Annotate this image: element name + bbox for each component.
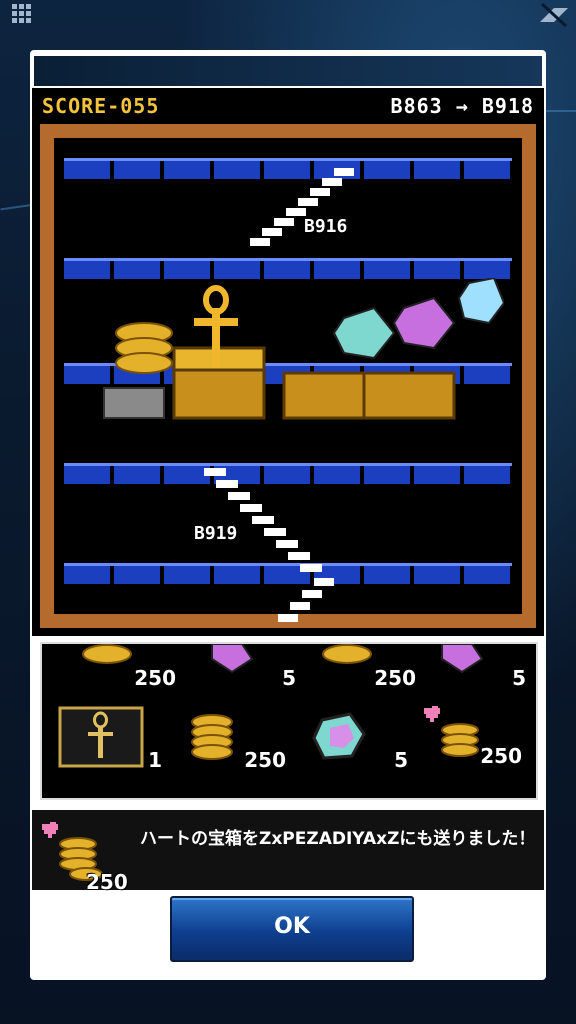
staircase — [278, 578, 334, 622]
menu-grid-icon[interactable] — [0, 0, 44, 30]
gem-icon — [211, 644, 254, 674]
gem-icon — [312, 712, 366, 760]
gem-icon — [441, 644, 484, 674]
reward-item: 5 — [422, 644, 532, 694]
ok-button-label: OK — [274, 914, 310, 939]
maze-frame: B916 B919 — [40, 124, 536, 628]
coin-stack-icon — [82, 644, 132, 664]
reward-item: 5 — [192, 644, 302, 694]
ankh-card-icon — [58, 706, 144, 768]
maze-inner: B916 B919 — [54, 138, 522, 622]
notification-message: ハートの宝箱をZxPEZADIYAxZにも送りました！ 250 — [32, 810, 544, 894]
reward-item: 250 — [182, 706, 292, 776]
coin-stack-icon — [191, 714, 233, 760]
message-qty: 250 — [86, 870, 128, 894]
floor-progress: B863 → B918 — [390, 94, 534, 118]
score-label: SCORE-055 — [42, 94, 160, 118]
silver-chest-icon — [103, 387, 165, 419]
message-text: ハートの宝箱をZxPEZADIYAxZにも送りました！ — [140, 829, 536, 849]
panel-header — [34, 56, 542, 86]
gem-icon — [332, 278, 504, 360]
staircase — [250, 168, 354, 246]
reward-item: 5 — [304, 706, 414, 776]
treasure-pile — [103, 278, 504, 420]
reward-item: 250 — [418, 702, 528, 772]
floor-platform — [64, 258, 512, 279]
ok-button[interactable]: OK — [170, 896, 414, 962]
floor-label-upper: B916 — [304, 216, 348, 237]
reward-list[interactable]: 250 5 250 5 1 250 5 250 — [40, 642, 538, 800]
skip-animation-icon[interactable] — [532, 0, 576, 30]
reward-item: 250 — [312, 644, 422, 694]
coin-stack-icon — [322, 644, 372, 664]
reward-item: 1 — [58, 706, 168, 776]
dungeon-game-view: SCORE-055 B863 → B918 B916 B919 — [32, 88, 544, 636]
reward-item: 250 — [72, 644, 182, 694]
floor-label-lower: B919 — [194, 523, 238, 544]
coin-stack-icon — [115, 322, 173, 374]
treasure-chest-icon — [282, 371, 456, 420]
